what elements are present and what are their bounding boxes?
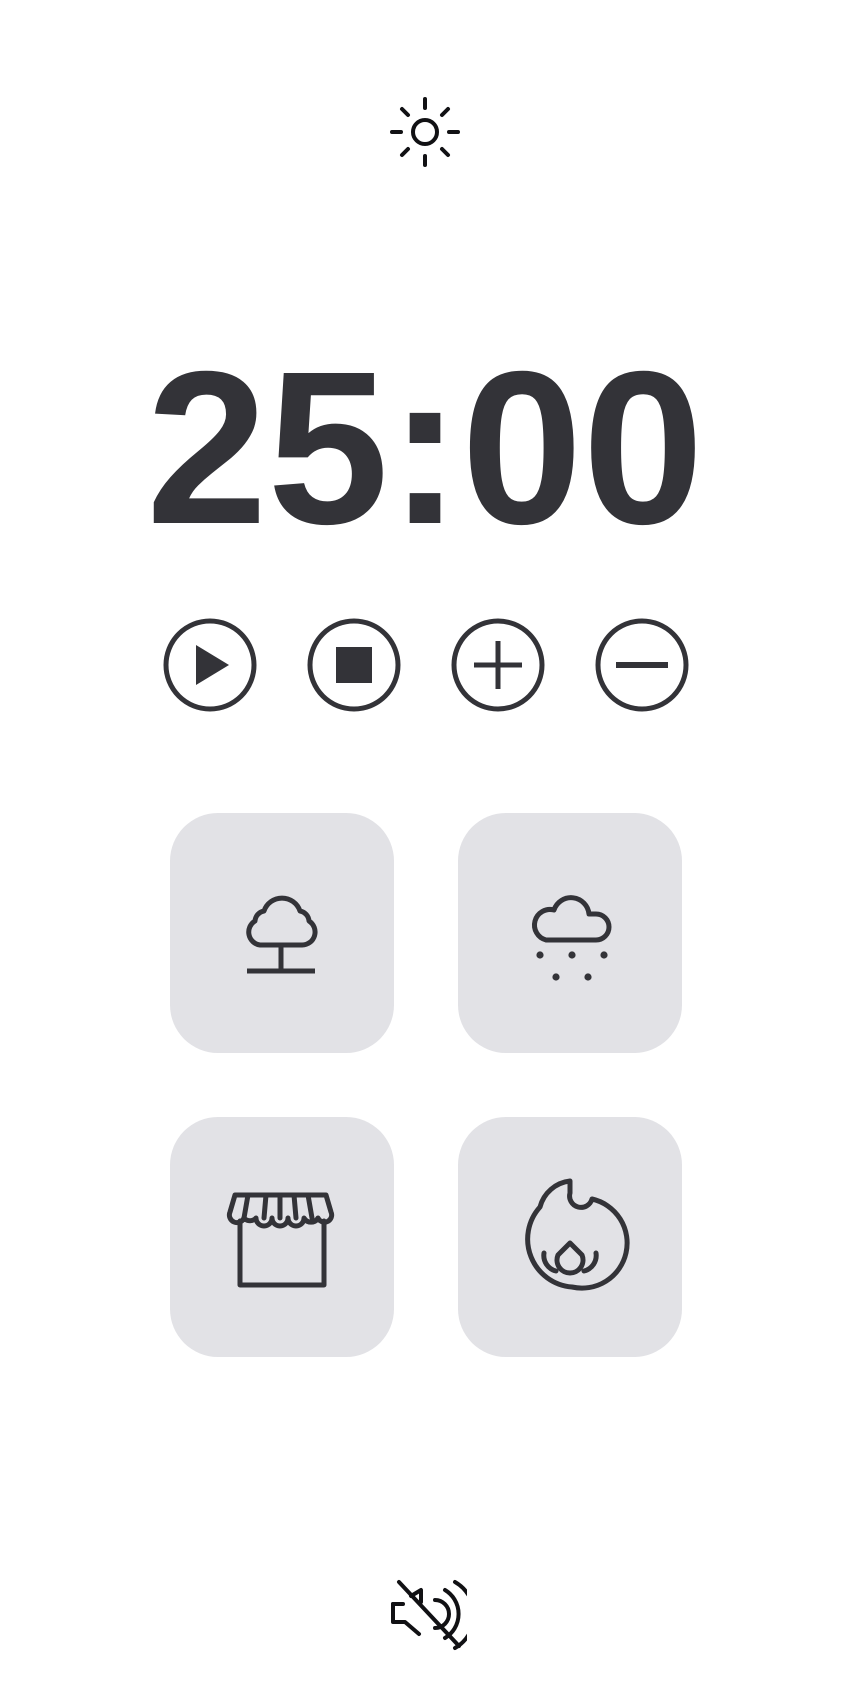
decrease-time-button[interactable]: [592, 615, 692, 715]
sound-tile-fire[interactable]: [458, 1117, 682, 1357]
increase-time-button[interactable]: [448, 615, 548, 715]
speaker-muted-icon: [391, 1580, 467, 1650]
timer-controls: [0, 615, 850, 715]
minus-circle-icon: [595, 618, 689, 712]
play-button[interactable]: [160, 615, 260, 715]
sound-tile-forest[interactable]: [170, 813, 394, 1053]
plus-circle-icon: [451, 618, 545, 712]
sound-tile-cafe[interactable]: [170, 1117, 394, 1357]
sun-icon: [390, 97, 460, 167]
sound-toggle-button[interactable]: [383, 1568, 467, 1652]
tree-icon: [246, 895, 318, 974]
theme-toggle-button[interactable]: [387, 94, 463, 170]
cloud-rain-icon: [532, 895, 612, 981]
flame-icon: [525, 1178, 630, 1291]
storefront-icon: [226, 1192, 335, 1288]
ambient-sound-grid: [170, 813, 682, 1358]
stop-button[interactable]: [304, 615, 404, 715]
stop-circle-icon: [307, 618, 401, 712]
timer-display: 25:00: [146, 327, 704, 570]
sound-tile-rain[interactable]: [458, 813, 682, 1053]
play-circle-icon: [163, 618, 257, 712]
